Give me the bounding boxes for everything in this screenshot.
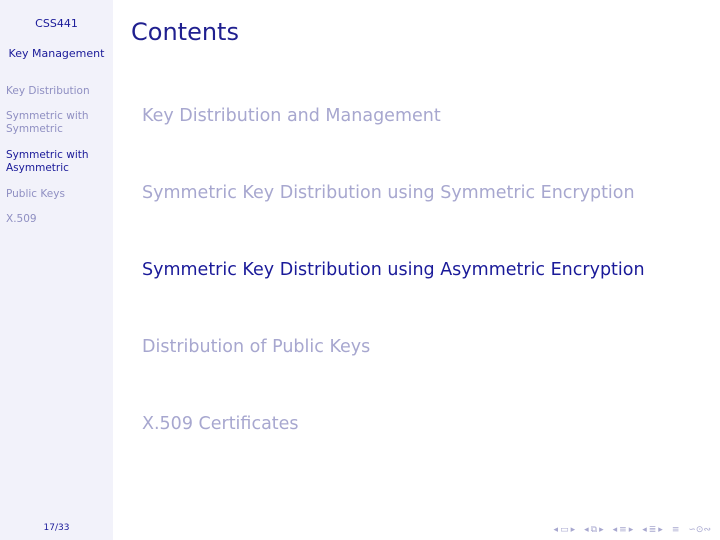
toc-item-symmetric-with-asymmetric[interactable]: Symmetric Key Distribution using Asymmet… — [142, 260, 645, 280]
sidebar-item-label-line-1: Symmetric with — [6, 149, 89, 161]
nav-align-icon[interactable]: ≡ — [672, 525, 680, 535]
nav-section-group: ◂ ≡ ▸ — [612, 525, 635, 535]
nav-search-group: ∽⊙∾ — [687, 525, 712, 535]
sidebar-course-title[interactable]: CSS441 — [0, 17, 113, 30]
nav-doc-group: ◂ ≣ ▸ — [641, 525, 664, 535]
nav-doc-next-icon[interactable]: ▸ — [658, 525, 663, 535]
sidebar-item-label-line-2: Asymmetric — [6, 162, 69, 174]
nav-subsection-next-icon[interactable]: ▸ — [599, 525, 604, 535]
sidebar-item-label: Key Distribution — [6, 85, 90, 97]
nav-subsection-prev-icon[interactable]: ◂ — [584, 525, 589, 535]
nav-section-icon[interactable]: ≡ — [619, 525, 627, 535]
nav-section-next-icon[interactable]: ▸ — [629, 525, 634, 535]
nav-align-group: ≡ — [671, 525, 681, 535]
sidebar-lecture-title[interactable]: Key Management — [0, 47, 113, 60]
page-counter: 17/33 — [43, 523, 70, 533]
nav-subsection-icon[interactable]: ⧉ — [591, 525, 597, 535]
nav-doc-icon[interactable]: ≣ — [649, 525, 657, 535]
toc-item-x509[interactable]: X.509 Certificates — [142, 414, 299, 434]
nav-section-prev-icon[interactable]: ◂ — [613, 525, 618, 535]
sidebar-item-key-distribution[interactable]: Key Distribution — [6, 85, 110, 98]
toc-item-key-distribution[interactable]: Key Distribution and Management — [142, 106, 441, 126]
slide-title: Contents — [131, 18, 239, 46]
slide: CSS441 Key Management Key Distribution S… — [0, 0, 720, 540]
nav-doc-prev-icon[interactable]: ◂ — [642, 525, 647, 535]
sidebar-item-symmetric-with-symmetric[interactable]: Symmetric with Symmetric — [6, 110, 110, 136]
sidebar-item-label-line-1: Symmetric with — [6, 110, 89, 122]
toc-item-symmetric-with-symmetric[interactable]: Symmetric Key Distribution using Symmetr… — [142, 183, 635, 203]
nav-search-icon[interactable]: ∽⊙∾ — [688, 525, 711, 535]
nav-frame-group: ◂ ▭ ▸ — [553, 525, 577, 535]
sidebar-item-public-keys[interactable]: Public Keys — [6, 188, 110, 201]
sidebar-item-label-line-2: Symmetric — [6, 123, 63, 135]
sidebar-item-label: Public Keys — [6, 188, 65, 200]
nav-frame-icon[interactable]: ▭ — [560, 525, 569, 535]
sidebar-item-symmetric-with-asymmetric[interactable]: Symmetric with Asymmetric — [6, 149, 110, 175]
sidebar-item-x509[interactable]: X.509 — [6, 213, 110, 226]
navigation-bar: ◂ ▭ ▸ ◂ ⧉ ▸ ◂ ≡ ▸ ◂ ≣ ▸ ≡ ∽⊙∾ — [546, 525, 712, 535]
nav-first-icon[interactable]: ◂ — [554, 525, 559, 535]
sidebar: CSS441 Key Management Key Distribution S… — [0, 0, 113, 540]
nav-prev-icon[interactable]: ▸ — [571, 525, 576, 535]
sidebar-item-label: X.509 — [6, 213, 37, 225]
toc-item-public-keys[interactable]: Distribution of Public Keys — [142, 337, 370, 357]
nav-subsection-group: ◂ ⧉ ▸ — [583, 525, 605, 535]
